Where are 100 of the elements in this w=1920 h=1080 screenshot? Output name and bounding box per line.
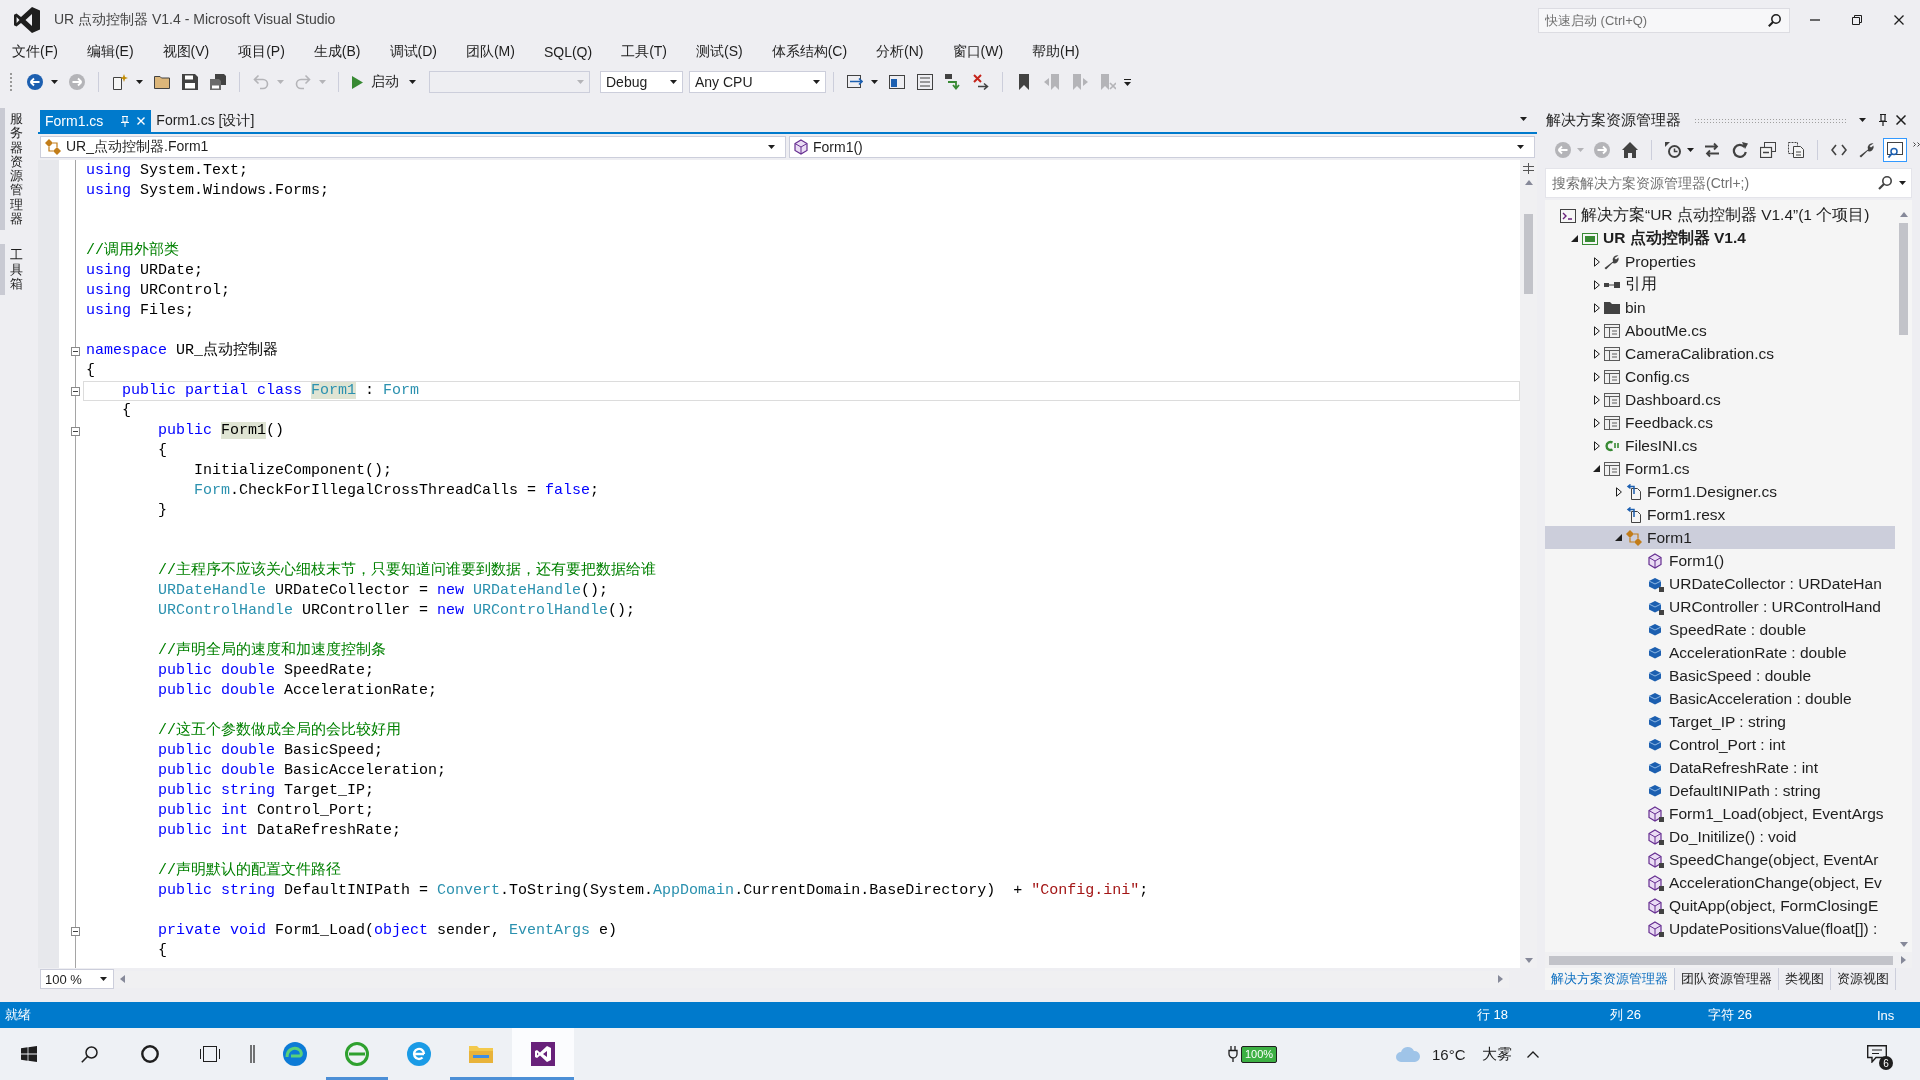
overflow-caret-icon[interactable] (1124, 78, 1131, 86)
caret-down-icon[interactable] (1517, 145, 1524, 149)
caret-down-icon[interactable] (1615, 534, 1622, 541)
caret-right-icon[interactable] (1593, 325, 1600, 336)
caret-down-icon[interactable] (1571, 235, 1578, 242)
menu-item[interactable]: 分析(N) (861, 43, 939, 61)
split-icon[interactable] (1523, 163, 1534, 174)
side-tab[interactable]: 工具箱 (0, 244, 29, 296)
tree-item[interactable]: Form1 (1545, 526, 1895, 549)
tree-item[interactable]: QuitApp(object, FormClosingE (1545, 894, 1895, 917)
scrollbar-thumb[interactable] (1549, 955, 1893, 965)
editor-tab[interactable]: Form1.cs [设计] (151, 110, 261, 132)
folder-icon[interactable] (154, 74, 170, 90)
caret-down-icon[interactable] (813, 80, 820, 84)
tree-item[interactable]: AccelerationChange(object, Ev (1545, 871, 1895, 894)
caret-down-icon[interactable] (1899, 181, 1906, 185)
caret-down-icon[interactable] (670, 80, 677, 84)
clock-icon[interactable] (1665, 142, 1681, 158)
menu-item[interactable]: 编辑(E) (72, 43, 149, 61)
tree-item[interactable]: FilesINI.cs (1545, 434, 1895, 457)
caret-right-icon[interactable] (1593, 371, 1600, 382)
tree-item[interactable]: AboutMe.cs (1545, 319, 1895, 342)
back-arrow-icon[interactable] (27, 74, 43, 90)
caret-right-icon[interactable] (1593, 440, 1600, 451)
start-button[interactable]: 启动 (346, 71, 419, 93)
ring-icon[interactable] (141, 1045, 159, 1063)
new-page-icon[interactable] (112, 74, 128, 90)
menu-item[interactable]: SQL(Q) (529, 44, 607, 60)
tree-item[interactable]: SpeedChange(object, EventAr (1545, 848, 1895, 871)
collapse-icon[interactable] (71, 346, 80, 356)
tree-item[interactable]: URDateCollector : URDateHan (1545, 572, 1895, 595)
wrench-icon[interactable] (1859, 142, 1875, 158)
code-brackets-icon[interactable] (1831, 142, 1847, 158)
tree-item[interactable]: Form1.cs (1545, 457, 1895, 480)
tree-item[interactable]: DataRefreshRate : int (1545, 756, 1895, 779)
documents-icon[interactable] (1788, 142, 1804, 158)
caret-right-icon[interactable] (1593, 348, 1600, 359)
caret-down-icon[interactable] (136, 80, 143, 84)
tree-item[interactable]: Feedback.cs (1545, 411, 1895, 434)
menu-item[interactable]: 测试(S) (681, 43, 758, 61)
bookmark-icon[interactable] (1016, 74, 1032, 90)
search-icon[interactable] (1878, 176, 1892, 190)
caret-right-icon[interactable] (1593, 394, 1600, 405)
menu-item[interactable]: 调试(D) (375, 43, 452, 61)
menu-item[interactable]: 文件(F) (0, 43, 73, 61)
floppy-disks-icon[interactable] (210, 74, 226, 90)
caret-right-icon[interactable] (1615, 486, 1622, 497)
tree-item[interactable]: UR 点动控制器 V1.4 (1545, 227, 1895, 250)
tree-item[interactable]: BasicSpeed : double (1545, 664, 1895, 687)
panel-tab[interactable]: 解决方案资源管理器 (1545, 968, 1675, 990)
taskbar-button[interactable] (512, 1028, 574, 1080)
menu-item[interactable]: 体系结构(C) (757, 43, 862, 61)
window-magnifier-icon[interactable] (1883, 138, 1907, 162)
windows-logo-icon[interactable] (21, 1046, 37, 1062)
caret-down-icon[interactable] (1593, 465, 1600, 472)
weather-condition[interactable]: 大雾 (1482, 1044, 1512, 1064)
tree-item[interactable]: SpeedRate : double (1545, 618, 1895, 641)
menu-item[interactable]: 工具(T) (606, 43, 682, 61)
double-bar-icon[interactable] (249, 1045, 255, 1063)
type-dropdown[interactable]: UR_点动控制器.Form1 (40, 136, 786, 158)
platform-dropdown[interactable]: Any CPU (689, 71, 826, 93)
search-icon[interactable] (80, 1045, 98, 1063)
task-view-icon[interactable] (200, 1046, 220, 1062)
caret-up-icon[interactable] (1899, 212, 1908, 217)
quick-launch-field[interactable]: 快速启动 (Ctrl+Q) (1538, 7, 1790, 33)
caret-right-icon[interactable] (1593, 256, 1600, 267)
box-arrow-icon[interactable] (945, 74, 961, 90)
scrollbar-thumb[interactable] (1524, 214, 1533, 294)
menu-item[interactable]: 帮助(H) (1017, 43, 1095, 61)
caret-up-icon[interactable] (1524, 180, 1533, 185)
menu-item[interactable]: 视图(V) (148, 43, 224, 61)
caret-down-icon[interactable] (409, 80, 416, 84)
overflow-chevrons-icon[interactable] (1913, 142, 1920, 147)
panel-tab[interactable]: 团队资源管理器 (1675, 968, 1779, 990)
configuration-dropdown[interactable]: Debug (600, 71, 683, 93)
menu-item[interactable]: 项目(P) (223, 43, 300, 61)
tree-item[interactable]: URController : URControlHand (1545, 595, 1895, 618)
caret-down-icon[interactable] (1859, 118, 1866, 122)
home-icon[interactable] (1622, 142, 1638, 158)
close-icon[interactable] (1896, 115, 1906, 125)
restore-icon[interactable] (1852, 15, 1862, 25)
search-icon[interactable] (1768, 13, 1781, 27)
collapse-icon[interactable] (71, 426, 80, 436)
caret-down-icon[interactable] (51, 80, 58, 84)
scrollbar-thumb[interactable] (1899, 223, 1908, 335)
tree-item[interactable]: Do_Initilize() : void (1545, 825, 1895, 848)
zoom-dropdown[interactable]: 100 % (40, 969, 114, 989)
cross-arrow-icon[interactable] (973, 74, 989, 90)
tree-item[interactable]: Form1() (1545, 549, 1895, 572)
caret-down-icon[interactable] (100, 977, 107, 981)
caret-down-icon[interactable] (871, 80, 878, 84)
caret-down-icon[interactable] (1687, 148, 1694, 152)
menu-item[interactable]: 团队(M) (451, 43, 530, 61)
menu-item[interactable]: 窗口(W) (938, 43, 1018, 61)
stacked-windows-icon[interactable] (1760, 142, 1776, 158)
collapse-icon[interactable] (71, 926, 80, 936)
toolbar-grip[interactable] (9, 72, 13, 92)
collapse-icon[interactable] (71, 386, 80, 396)
caret-down-icon[interactable] (768, 145, 775, 149)
menu-item[interactable]: 生成(B) (299, 43, 376, 61)
